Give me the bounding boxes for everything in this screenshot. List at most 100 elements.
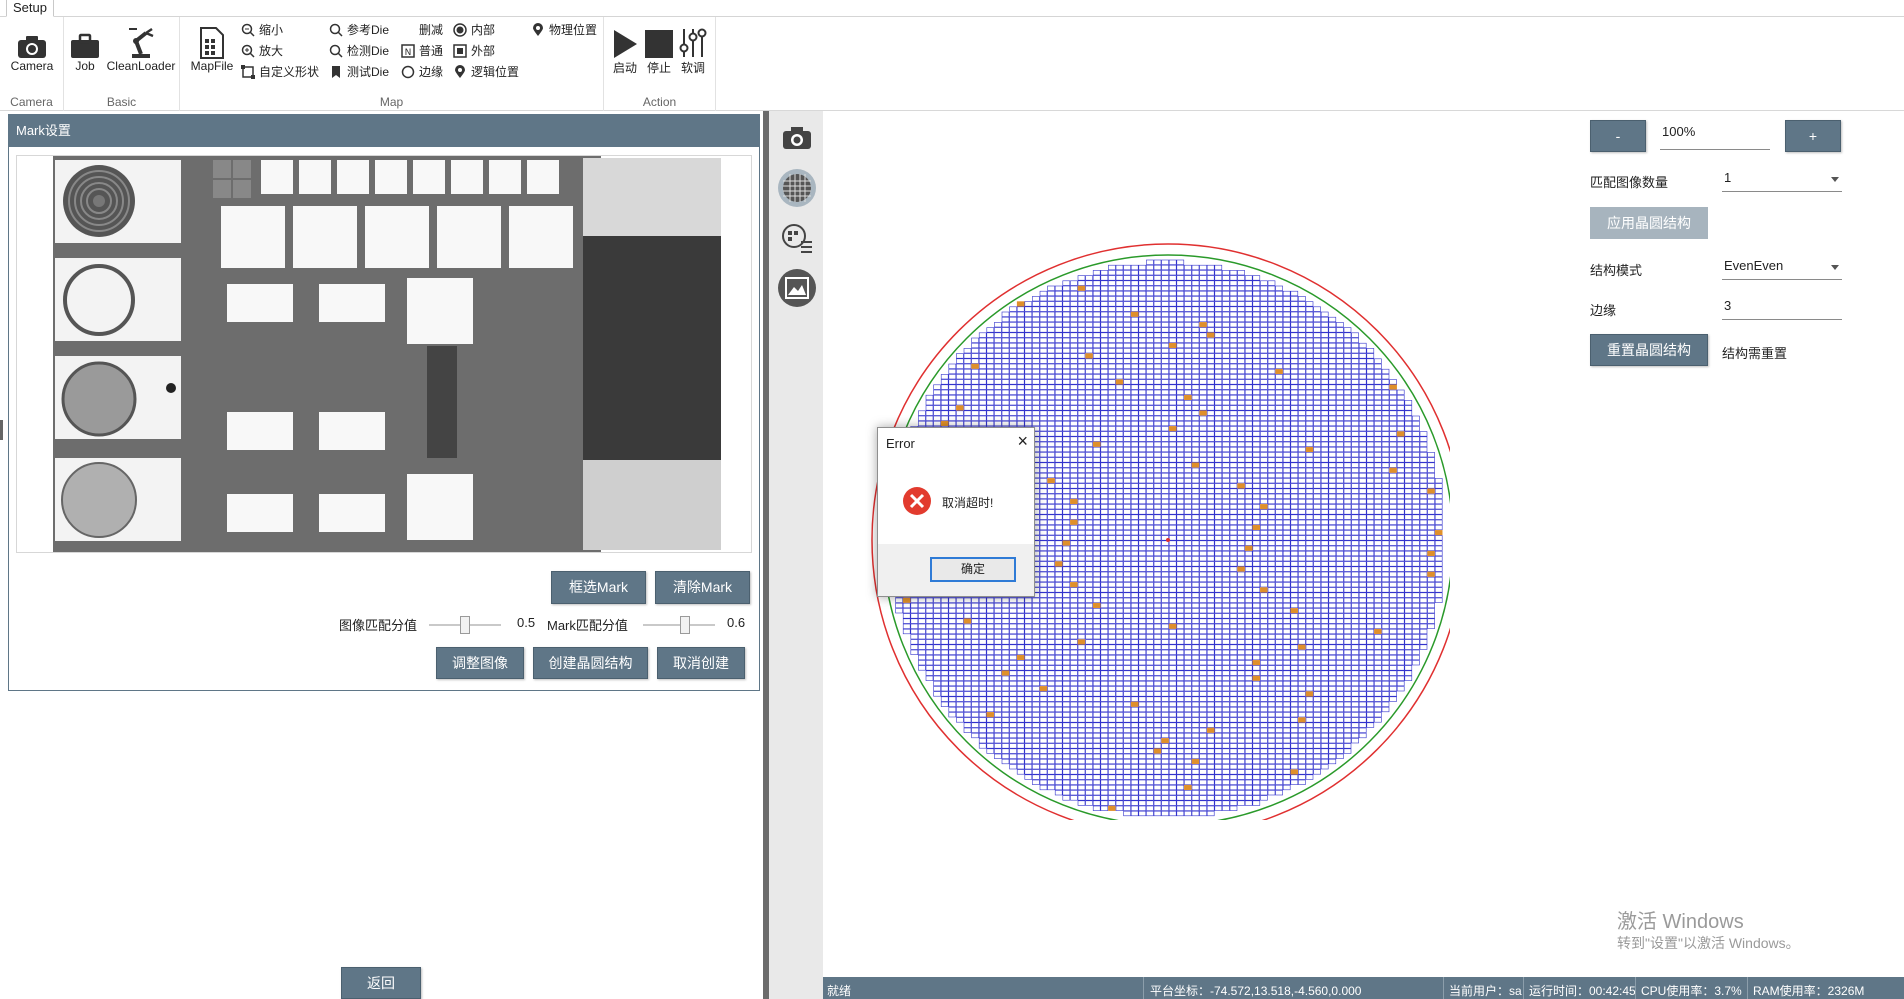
zoom-in-button[interactable]: 放大 (240, 42, 283, 59)
zoom-out-button[interactable]: 缩小 (240, 21, 283, 38)
die (994, 405, 1002, 411)
die (1305, 368, 1314, 375)
die (1168, 597, 1177, 603)
collapse-handle[interactable] (0, 420, 3, 440)
die (1336, 353, 1344, 359)
die (1153, 587, 1162, 593)
mark-score-slider[interactable] (643, 616, 715, 634)
die (1244, 608, 1253, 614)
die (1328, 597, 1337, 603)
die (1039, 389, 1048, 395)
die (1290, 660, 1299, 666)
create-wafer-button[interactable]: 创建晶圆结构 (533, 647, 648, 679)
die (1275, 296, 1283, 302)
die (1244, 498, 1253, 505)
die (1336, 514, 1344, 520)
tab-setup[interactable]: Setup (6, 0, 54, 17)
clear-mark-button[interactable]: 清除Mark (655, 571, 750, 604)
die (1032, 405, 1040, 411)
cancel-create-button[interactable]: 取消创建 (657, 647, 745, 679)
mark-image-view[interactable] (16, 155, 752, 553)
die (1260, 592, 1268, 598)
die (1351, 660, 1359, 666)
die (1161, 301, 1169, 307)
wafer-map-view-button[interactable] (778, 169, 816, 207)
die (1206, 264, 1215, 271)
play-icon (610, 21, 640, 59)
die (1267, 420, 1276, 427)
die (1070, 431, 1078, 437)
image-view-button[interactable] (778, 269, 816, 307)
die (1244, 649, 1253, 655)
mapfile-button[interactable]: MapFile (188, 21, 236, 73)
die (1176, 571, 1185, 577)
die (1191, 290, 1200, 297)
die (1123, 342, 1131, 349)
select-mark-button[interactable]: 框选Mark (551, 571, 646, 604)
die (1404, 644, 1413, 650)
die (1381, 540, 1390, 546)
mark-score-thumb[interactable] (680, 616, 691, 634)
ref-die-button[interactable]: 参考Die (328, 21, 389, 38)
wafer-list-view-button[interactable] (778, 219, 816, 257)
die (1412, 472, 1420, 479)
die (1085, 639, 1093, 645)
die (1298, 556, 1306, 562)
die (1062, 327, 1071, 333)
die (1108, 332, 1116, 338)
die (1001, 368, 1010, 375)
die (1047, 410, 1055, 416)
logic-pos-button[interactable]: 逻辑位置 (452, 63, 519, 80)
die (1138, 498, 1147, 505)
camera-button[interactable]: Camera (10, 21, 54, 73)
die (1161, 498, 1169, 505)
die (1085, 389, 1093, 395)
die (1358, 368, 1367, 375)
die (1237, 670, 1245, 676)
custom-shape-button[interactable]: 自定义形状 (240, 63, 319, 80)
test-die-button[interactable]: 测试Die (328, 63, 389, 80)
stop-button[interactable]: 停止 (644, 21, 674, 76)
physical-pos-button[interactable]: 物理位置 (530, 21, 597, 38)
delete-button[interactable]: 删减 (400, 21, 443, 38)
die (1138, 394, 1147, 401)
normal-button[interactable]: N 普通 (400, 42, 443, 59)
die (1108, 608, 1116, 614)
image-score-slider[interactable] (429, 616, 501, 634)
start-button[interactable]: 启动 (610, 21, 640, 76)
camera-view-button[interactable] (778, 119, 816, 157)
adjust-image-button[interactable]: 调整图像 (436, 647, 524, 679)
job-button[interactable]: Job (68, 21, 102, 73)
cleanloader-button[interactable]: CleanLoader (104, 21, 178, 73)
die (1092, 353, 1101, 359)
detect-die-button[interactable]: 检测Die (328, 42, 389, 59)
die (1161, 654, 1169, 661)
die (1404, 597, 1413, 603)
edge-button[interactable]: 边缘 (400, 63, 443, 80)
die (1077, 576, 1086, 583)
die (1085, 670, 1093, 676)
die (994, 384, 1002, 390)
die (1237, 285, 1245, 291)
die (1100, 301, 1109, 307)
soft-adjust-button[interactable]: 软调 (678, 21, 708, 76)
die (1123, 665, 1131, 671)
die (1054, 504, 1063, 510)
die (1237, 358, 1245, 364)
die (1176, 556, 1185, 562)
die (1047, 374, 1055, 380)
image-score-thumb[interactable] (460, 616, 470, 634)
die (1161, 602, 1169, 609)
die (1305, 420, 1314, 427)
die (1381, 452, 1390, 458)
die (1229, 379, 1238, 385)
outer-button[interactable]: 外部 (452, 42, 495, 59)
die (940, 649, 949, 655)
inner-button[interactable]: 内部 (452, 21, 495, 38)
die (1305, 436, 1314, 442)
die (1047, 576, 1055, 583)
die (1381, 462, 1390, 468)
die (1130, 498, 1139, 505)
back-button[interactable]: 返回 (341, 967, 421, 999)
die (1374, 566, 1382, 572)
